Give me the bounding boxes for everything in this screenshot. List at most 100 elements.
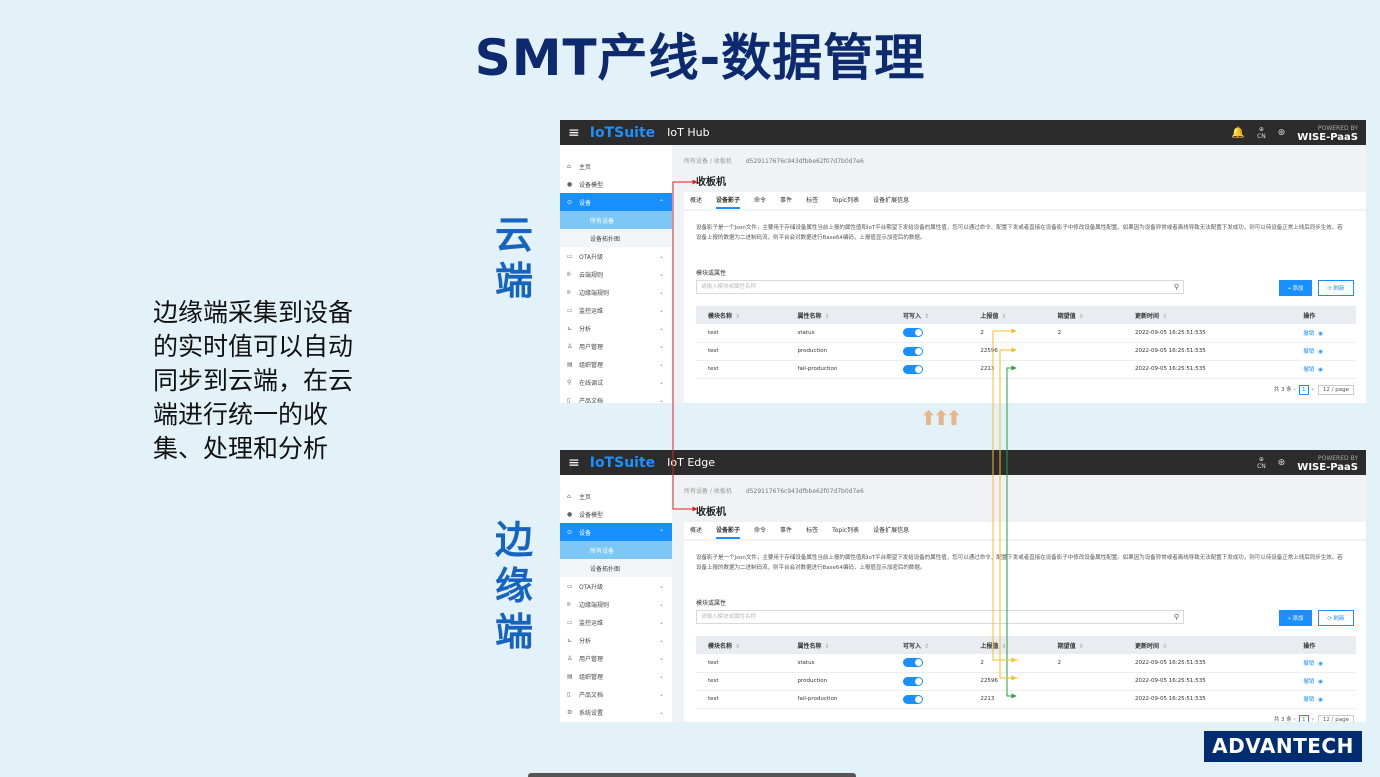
writable-toggle[interactable] <box>903 658 924 668</box>
page-size-select[interactable]: 12 / page <box>1317 384 1354 395</box>
sort-icon[interactable]: ⇕ <box>1162 643 1167 650</box>
sidebar-item[interactable]: ⊙ 设备 ⌃ <box>560 523 672 541</box>
hamburger-menu-icon[interactable]: ≡ <box>568 125 580 141</box>
tab-2[interactable]: 命令 <box>754 522 766 539</box>
breadcrumb-all-devices[interactable]: 所有设备 <box>684 488 708 495</box>
tab-4[interactable]: 标签 <box>806 522 818 539</box>
writable-toggle[interactable] <box>903 328 924 338</box>
sidebar-item[interactable]: ⊾ 分析 ⌄ <box>560 631 672 649</box>
sidebar-subitem[interactable]: 设备拓扑图 <box>560 229 672 247</box>
page-number[interactable]: 1 <box>1298 714 1309 722</box>
eye-icon[interactable]: ◉ <box>1318 697 1323 703</box>
tab-4[interactable]: 标签 <box>806 192 818 209</box>
sidebar-item[interactable]: ▭ 监控运维 ⌄ <box>560 613 672 631</box>
column-header[interactable]: 上报值 ⇕ <box>968 636 1046 654</box>
writable-toggle[interactable] <box>903 346 924 356</box>
revoke-link[interactable]: 撤销 <box>1303 367 1314 373</box>
tab-6[interactable]: 设备扩展信息 <box>873 192 909 209</box>
sort-icon[interactable]: ⇕ <box>1162 313 1167 320</box>
sidebar-item[interactable]: ● 设备模型 <box>560 505 672 523</box>
breadcrumb-all-devices[interactable]: 所有设备 <box>684 158 708 165</box>
sidebar-item[interactable]: ⊪ 边缘端规则 ⌄ <box>560 595 672 613</box>
sort-icon[interactable]: ⇕ <box>924 313 929 320</box>
bell-icon[interactable]: 🔔 <box>1231 126 1245 139</box>
sidebar-subitem[interactable]: 所有设备 <box>560 541 672 559</box>
eye-icon[interactable]: ◉ <box>1318 367 1323 373</box>
sort-icon[interactable]: ⇕ <box>825 643 830 650</box>
sidebar-item[interactable]: ⚙ 系统设置 ⌄ <box>560 703 672 721</box>
sidebar-item[interactable]: ⊙ 设备 ⌃ <box>560 193 672 211</box>
sidebar-item[interactable]: ▤ 组织管理 ⌄ <box>560 667 672 685</box>
prev-page-icon[interactable]: ‹ <box>1292 387 1295 393</box>
next-page-icon[interactable]: › <box>1312 387 1314 393</box>
search-input[interactable]: 请输入模块或属性名称 ⚲ <box>696 280 1184 294</box>
eye-icon[interactable]: ◉ <box>1318 679 1323 685</box>
column-header[interactable]: 更新时间 ⇕ <box>1123 306 1292 324</box>
refresh-button[interactable]: ⟳ 刷新 <box>1318 280 1354 296</box>
language-switch[interactable]: ⊕ CN <box>1257 456 1266 470</box>
user-avatar-icon[interactable]: ⊛ <box>1278 128 1286 138</box>
revoke-link[interactable]: 撤销 <box>1303 349 1314 355</box>
sidebar-item[interactable]: ⚲ 在线调试 ⌄ <box>560 373 672 391</box>
sidebar-item[interactable]: ⌂ 主页 <box>560 487 672 505</box>
sort-icon[interactable]: ⇕ <box>735 313 740 320</box>
tab-3[interactable]: 事件 <box>780 192 792 209</box>
sidebar-subitem[interactable]: 所有设备 <box>560 211 672 229</box>
sort-icon[interactable]: ⇕ <box>1001 313 1006 320</box>
revoke-link[interactable]: 撤销 <box>1303 697 1314 703</box>
sidebar-item[interactable]: ▯ 产品文档 ⌄ <box>560 685 672 703</box>
sidebar-item[interactable]: ▤ 组织管理 ⌄ <box>560 355 672 373</box>
user-avatar-icon[interactable]: ⊛ <box>1278 458 1286 468</box>
sort-icon[interactable]: ⇕ <box>1079 313 1084 320</box>
next-page-icon[interactable]: › <box>1312 717 1314 723</box>
add-button[interactable]: + 添加 <box>1279 280 1312 296</box>
tab-3[interactable]: 事件 <box>780 522 792 539</box>
sidebar-item[interactable]: ▯ 产品文档 ⌄ <box>560 391 672 404</box>
sidebar-subitem[interactable]: 设备拓扑图 <box>560 559 672 577</box>
eye-icon[interactable]: ◉ <box>1318 661 1323 667</box>
tab-5[interactable]: Topic列表 <box>832 522 859 539</box>
prev-page-icon[interactable]: ‹ <box>1292 717 1295 723</box>
column-header[interactable]: 属性名称 ⇕ <box>785 306 892 324</box>
sidebar-item[interactable]: ⊪ 边缘端规则 ⌄ <box>560 283 672 301</box>
column-header[interactable]: 模块名称 ⇕ <box>696 306 786 324</box>
column-header[interactable]: 更新时间 ⇕ <box>1123 636 1292 654</box>
sort-icon[interactable]: ⇕ <box>825 313 830 320</box>
column-header[interactable]: 操作 <box>1291 306 1356 324</box>
hamburger-menu-icon[interactable]: ≡ <box>568 455 580 471</box>
tab-1[interactable]: 设备影子 <box>716 522 741 539</box>
sidebar-item[interactable]: ♙ 用户管理 ⌄ <box>560 337 672 355</box>
writable-toggle[interactable] <box>903 364 924 374</box>
tab-2[interactable]: 命令 <box>754 192 766 209</box>
column-header[interactable]: 属性名称 ⇕ <box>785 636 892 654</box>
tab-6[interactable]: 设备扩展信息 <box>873 522 909 539</box>
sidebar-item[interactable]: ▭ OTA升级 ⌄ <box>560 577 672 595</box>
column-header[interactable]: 可写入 ⇕ <box>891 306 969 324</box>
page-number[interactable]: 1 <box>1298 384 1309 395</box>
language-switch[interactable]: ⊕ CN <box>1257 126 1266 140</box>
column-header[interactable]: 可写入 ⇕ <box>891 636 969 654</box>
sidebar-item[interactable]: ♙ 用户管理 ⌄ <box>560 649 672 667</box>
tab-5[interactable]: Topic列表 <box>832 192 859 209</box>
page-size-select[interactable]: 12 / page <box>1317 714 1354 722</box>
add-button[interactable]: + 添加 <box>1279 610 1312 626</box>
sort-icon[interactable]: ⇕ <box>1079 643 1084 650</box>
eye-icon[interactable]: ◉ <box>1318 349 1323 355</box>
tab-0[interactable]: 概述 <box>690 192 702 209</box>
search-icon[interactable]: ⚲ <box>1174 281 1179 293</box>
sidebar-item[interactable]: ● 设备模型 <box>560 175 672 193</box>
tab-0[interactable]: 概述 <box>690 522 702 539</box>
revoke-link[interactable]: 撤销 <box>1303 661 1314 667</box>
writable-toggle[interactable] <box>903 694 924 704</box>
column-header[interactable]: 操作 <box>1291 636 1356 654</box>
sort-icon[interactable]: ⇕ <box>735 643 740 650</box>
eye-icon[interactable]: ◉ <box>1318 331 1323 337</box>
revoke-link[interactable]: 撤销 <box>1303 679 1314 685</box>
sidebar-item[interactable]: ⊾ 分析 ⌄ <box>560 319 672 337</box>
sidebar-item[interactable]: ⌂ 主页 <box>560 157 672 175</box>
search-icon[interactable]: ⚲ <box>1174 611 1179 623</box>
sort-icon[interactable]: ⇕ <box>1001 643 1006 650</box>
sidebar-item[interactable]: ▭ OTA升级 ⌄ <box>560 247 672 265</box>
column-header[interactable]: 期望值 ⇕ <box>1045 636 1123 654</box>
sidebar-item[interactable]: ▭ 监控运维 ⌄ <box>560 301 672 319</box>
